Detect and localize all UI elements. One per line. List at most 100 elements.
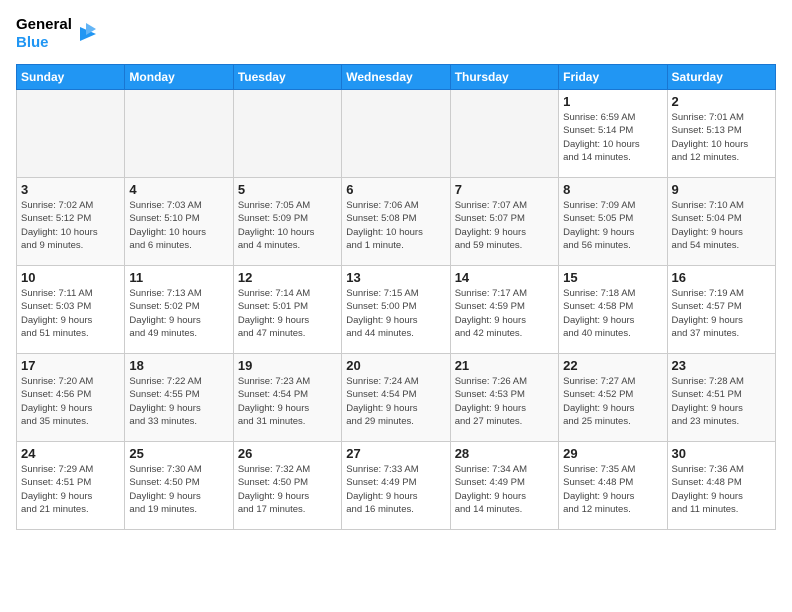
calendar-cell: 14 Sunrise: 7:17 AM Sunset: 4:59 PM Dayli… xyxy=(450,266,558,354)
calendar-week-row: 3 Sunrise: 7:02 AM Sunset: 5:12 PM Daylig… xyxy=(17,178,776,266)
calendar-cell: 25Sunrise: 7:30 AM Sunset: 4:50 PM Dayli… xyxy=(125,442,233,530)
day-info: Sunrise: 7:17 AM Sunset: 4:59 PM Dayligh… xyxy=(455,287,554,340)
day-number: 30 xyxy=(672,446,771,461)
day-info: Sunrise: 7:28 AM Sunset: 4:51 PM Dayligh… xyxy=(672,375,771,428)
calendar-cell: 23 Sunrise: 7:28 AM Sunset: 4:51 PM Dayli… xyxy=(667,354,775,442)
day-number: 1 xyxy=(563,94,662,109)
day-info: Sunrise: 7:30 AM Sunset: 4:50 PM Dayligh… xyxy=(129,463,228,516)
day-number: 23 xyxy=(672,358,771,373)
calendar-cell xyxy=(233,90,341,178)
weekday-header: Sunday xyxy=(17,65,125,90)
day-number: 27 xyxy=(346,446,445,461)
calendar-cell: 17 Sunrise: 7:20 AM Sunset: 4:56 PM Dayli… xyxy=(17,354,125,442)
day-info: Sunrise: 7:23 AM Sunset: 4:54 PM Dayligh… xyxy=(238,375,337,428)
day-number: 3 xyxy=(21,182,120,197)
calendar-week-row: 24 Sunrise: 7:29 AM Sunset: 4:51 PM Dayli… xyxy=(17,442,776,530)
day-info: Sunrise: 7:10 AM Sunset: 5:04 PM Dayligh… xyxy=(672,199,771,252)
calendar-cell: 30 Sunrise: 7:36 AM Sunset: 4:48 PM Dayli… xyxy=(667,442,775,530)
calendar-cell: 18 Sunrise: 7:22 AM Sunset: 4:55 PM Dayli… xyxy=(125,354,233,442)
calendar-cell: 15Sunrise: 7:18 AM Sunset: 4:58 PM Dayli… xyxy=(559,266,667,354)
day-number: 11 xyxy=(129,270,228,285)
calendar-cell: 21 Sunrise: 7:26 AM Sunset: 4:53 PM Dayli… xyxy=(450,354,558,442)
day-info: Sunrise: 7:02 AM Sunset: 5:12 PM Dayligh… xyxy=(21,199,120,252)
calendar-cell: 19 Sunrise: 7:23 AM Sunset: 4:54 PM Dayli… xyxy=(233,354,341,442)
calendar-cell: 27 Sunrise: 7:33 AM Sunset: 4:49 PM Dayli… xyxy=(342,442,450,530)
day-number: 4 xyxy=(129,182,228,197)
day-number: 15 xyxy=(563,270,662,285)
calendar-week-row: 17 Sunrise: 7:20 AM Sunset: 4:56 PM Dayli… xyxy=(17,354,776,442)
day-info: Sunrise: 7:14 AM Sunset: 5:01 PM Dayligh… xyxy=(238,287,337,340)
calendar-week-row: 1 Sunrise: 6:59 AM Sunset: 5:14 PM Daylig… xyxy=(17,90,776,178)
calendar-cell: 24 Sunrise: 7:29 AM Sunset: 4:51 PM Dayli… xyxy=(17,442,125,530)
calendar-cell: 7 Sunrise: 7:07 AM Sunset: 5:07 PM Daylig… xyxy=(450,178,558,266)
day-info: Sunrise: 7:07 AM Sunset: 5:07 PM Dayligh… xyxy=(455,199,554,252)
day-number: 16 xyxy=(672,270,771,285)
weekday-header: Friday xyxy=(559,65,667,90)
day-number: 8 xyxy=(563,182,662,197)
day-info: Sunrise: 7:33 AM Sunset: 4:49 PM Dayligh… xyxy=(346,463,445,516)
day-info: Sunrise: 6:59 AM Sunset: 5:14 PM Dayligh… xyxy=(563,111,662,164)
weekday-header: Thursday xyxy=(450,65,558,90)
day-info: Sunrise: 7:29 AM Sunset: 4:51 PM Dayligh… xyxy=(21,463,120,516)
day-number: 20 xyxy=(346,358,445,373)
day-number: 28 xyxy=(455,446,554,461)
calendar-cell: 4 Sunrise: 7:03 AM Sunset: 5:10 PM Daylig… xyxy=(125,178,233,266)
day-info: Sunrise: 7:03 AM Sunset: 5:10 PM Dayligh… xyxy=(129,199,228,252)
calendar-cell: 9Sunrise: 7:10 AM Sunset: 5:04 PM Daylig… xyxy=(667,178,775,266)
calendar-cell: 20Sunrise: 7:24 AM Sunset: 4:54 PM Dayli… xyxy=(342,354,450,442)
calendar-cell xyxy=(17,90,125,178)
weekday-header-row: SundayMondayTuesdayWednesdayThursdayFrid… xyxy=(17,65,776,90)
calendar-cell: 5Sunrise: 7:05 AM Sunset: 5:09 PM Daylig… xyxy=(233,178,341,266)
day-info: Sunrise: 7:20 AM Sunset: 4:56 PM Dayligh… xyxy=(21,375,120,428)
calendar-cell: 12 Sunrise: 7:14 AM Sunset: 5:01 PM Dayli… xyxy=(233,266,341,354)
calendar-cell xyxy=(342,90,450,178)
day-number: 19 xyxy=(238,358,337,373)
day-number: 7 xyxy=(455,182,554,197)
day-number: 6 xyxy=(346,182,445,197)
day-info: Sunrise: 7:15 AM Sunset: 5:00 PM Dayligh… xyxy=(346,287,445,340)
calendar-cell: 16 Sunrise: 7:19 AM Sunset: 4:57 PM Dayli… xyxy=(667,266,775,354)
day-info: Sunrise: 7:05 AM Sunset: 5:09 PM Dayligh… xyxy=(238,199,337,252)
day-info: Sunrise: 7:06 AM Sunset: 5:08 PM Dayligh… xyxy=(346,199,445,252)
calendar-cell: 3 Sunrise: 7:02 AM Sunset: 5:12 PM Daylig… xyxy=(17,178,125,266)
calendar-cell: 11Sunrise: 7:13 AM Sunset: 5:02 PM Dayli… xyxy=(125,266,233,354)
calendar-cell: 2 Sunrise: 7:01 AM Sunset: 5:13 PM Daylig… xyxy=(667,90,775,178)
day-number: 2 xyxy=(672,94,771,109)
calendar-week-row: 10 Sunrise: 7:11 AM Sunset: 5:03 PM Dayli… xyxy=(17,266,776,354)
page-header: GeneralBlue xyxy=(16,16,776,52)
day-number: 24 xyxy=(21,446,120,461)
day-number: 13 xyxy=(346,270,445,285)
calendar-cell xyxy=(450,90,558,178)
day-info: Sunrise: 7:11 AM Sunset: 5:03 PM Dayligh… xyxy=(21,287,120,340)
day-info: Sunrise: 7:09 AM Sunset: 5:05 PM Dayligh… xyxy=(563,199,662,252)
calendar-cell xyxy=(125,90,233,178)
calendar-cell: 1 Sunrise: 6:59 AM Sunset: 5:14 PM Daylig… xyxy=(559,90,667,178)
day-number: 17 xyxy=(21,358,120,373)
calendar-cell: 26 Sunrise: 7:32 AM Sunset: 4:50 PM Dayli… xyxy=(233,442,341,530)
calendar-cell: 28Sunrise: 7:34 AM Sunset: 4:49 PM Dayli… xyxy=(450,442,558,530)
day-info: Sunrise: 7:35 AM Sunset: 4:48 PM Dayligh… xyxy=(563,463,662,516)
weekday-header: Wednesday xyxy=(342,65,450,90)
calendar-table: SundayMondayTuesdayWednesdayThursdayFrid… xyxy=(16,64,776,530)
day-info: Sunrise: 7:22 AM Sunset: 4:55 PM Dayligh… xyxy=(129,375,228,428)
day-number: 18 xyxy=(129,358,228,373)
day-info: Sunrise: 7:27 AM Sunset: 4:52 PM Dayligh… xyxy=(563,375,662,428)
day-number: 10 xyxy=(21,270,120,285)
day-info: Sunrise: 7:26 AM Sunset: 4:53 PM Dayligh… xyxy=(455,375,554,428)
day-info: Sunrise: 7:19 AM Sunset: 4:57 PM Dayligh… xyxy=(672,287,771,340)
weekday-header: Saturday xyxy=(667,65,775,90)
day-number: 12 xyxy=(238,270,337,285)
weekday-header: Tuesday xyxy=(233,65,341,90)
day-number: 22 xyxy=(563,358,662,373)
calendar-cell: 8 Sunrise: 7:09 AM Sunset: 5:05 PM Daylig… xyxy=(559,178,667,266)
day-info: Sunrise: 7:01 AM Sunset: 5:13 PM Dayligh… xyxy=(672,111,771,164)
day-info: Sunrise: 7:36 AM Sunset: 4:48 PM Dayligh… xyxy=(672,463,771,516)
calendar-cell: 10 Sunrise: 7:11 AM Sunset: 5:03 PM Dayli… xyxy=(17,266,125,354)
day-number: 14 xyxy=(455,270,554,285)
day-number: 26 xyxy=(238,446,337,461)
day-info: Sunrise: 7:32 AM Sunset: 4:50 PM Dayligh… xyxy=(238,463,337,516)
calendar-cell: 22 Sunrise: 7:27 AM Sunset: 4:52 PM Dayli… xyxy=(559,354,667,442)
day-number: 21 xyxy=(455,358,554,373)
logo: GeneralBlue xyxy=(16,16,96,52)
logo-text: GeneralBlue xyxy=(16,16,72,52)
